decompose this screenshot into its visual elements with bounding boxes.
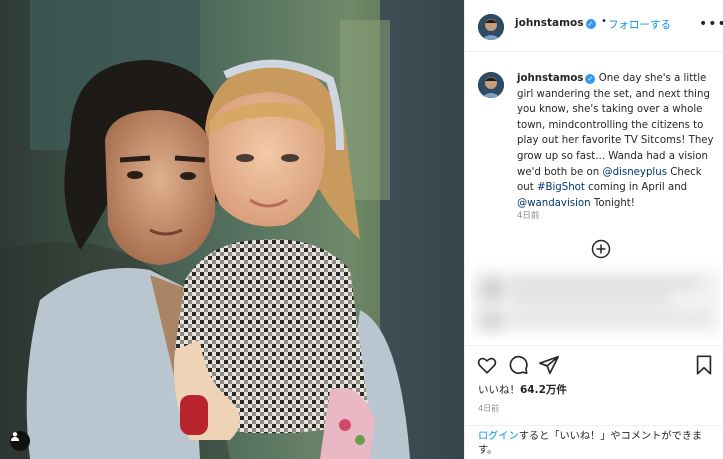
post-username[interactable]: johnstamos ✓ xyxy=(515,17,596,29)
bookmark-icon[interactable] xyxy=(693,354,715,376)
more-horizontal-icon[interactable]: ••• xyxy=(699,17,723,31)
caption-body-1: One day she's a little girl wandering th… xyxy=(517,73,714,178)
caption-username[interactable]: johnstamos xyxy=(517,73,583,84)
post-timestamp: 4日前 xyxy=(478,404,500,413)
caption-body-3: coming in April and xyxy=(584,182,688,194)
hashtag-link[interactable]: #BigShot xyxy=(537,182,585,193)
mention-link[interactable]: @disneyplus xyxy=(602,167,667,178)
paper-plane-icon[interactable] xyxy=(538,354,560,376)
user-silhouette-icon xyxy=(11,432,19,441)
likes-number: 64.2万件 xyxy=(520,384,567,396)
post-side-panel: johnstamos✓ • フォローする ••• johnstamos✓ One… xyxy=(464,0,723,459)
actions-bar: いいね！64.2万件 4日前 ログインすると「いいね！」やコメントができます。 xyxy=(465,345,723,459)
verified-badge-icon: ✓ xyxy=(585,19,596,29)
avatar-image xyxy=(478,14,504,40)
avatar-image xyxy=(478,72,504,98)
likes-prefix: いいね！ xyxy=(478,384,520,396)
avatar[interactable] xyxy=(478,14,504,40)
caption-text: johnstamos ✓ One day she's a little girl … xyxy=(517,71,717,211)
separator-dot: • xyxy=(601,16,607,27)
plus-circle-icon[interactable] xyxy=(591,239,611,259)
post-photo[interactable] xyxy=(0,0,464,459)
post-header: johnstamos✓ • フォローする ••• xyxy=(465,0,723,52)
user-tag-icon[interactable] xyxy=(10,431,30,451)
caption-body-4: Tonight! xyxy=(590,197,635,209)
caption-timestamp: 4日前 xyxy=(517,211,540,221)
heart-icon[interactable] xyxy=(476,354,498,376)
verified-badge-icon: ✓ xyxy=(585,74,596,84)
blurred-comments-area xyxy=(471,270,721,332)
username-text: johnstamos xyxy=(515,17,584,29)
login-link[interactable]: ログイン xyxy=(478,431,519,442)
likes-count[interactable]: いいね！64.2万件 xyxy=(478,382,567,397)
comment-icon[interactable] xyxy=(507,354,529,376)
post-photo-image xyxy=(0,0,464,459)
mention-link[interactable]: @wandavision xyxy=(517,198,591,209)
caption-avatar[interactable] xyxy=(478,72,504,98)
login-prompt: ログインすると「いいね！」やコメントができます。 xyxy=(465,425,723,459)
follow-button[interactable]: フォローする xyxy=(608,17,671,32)
